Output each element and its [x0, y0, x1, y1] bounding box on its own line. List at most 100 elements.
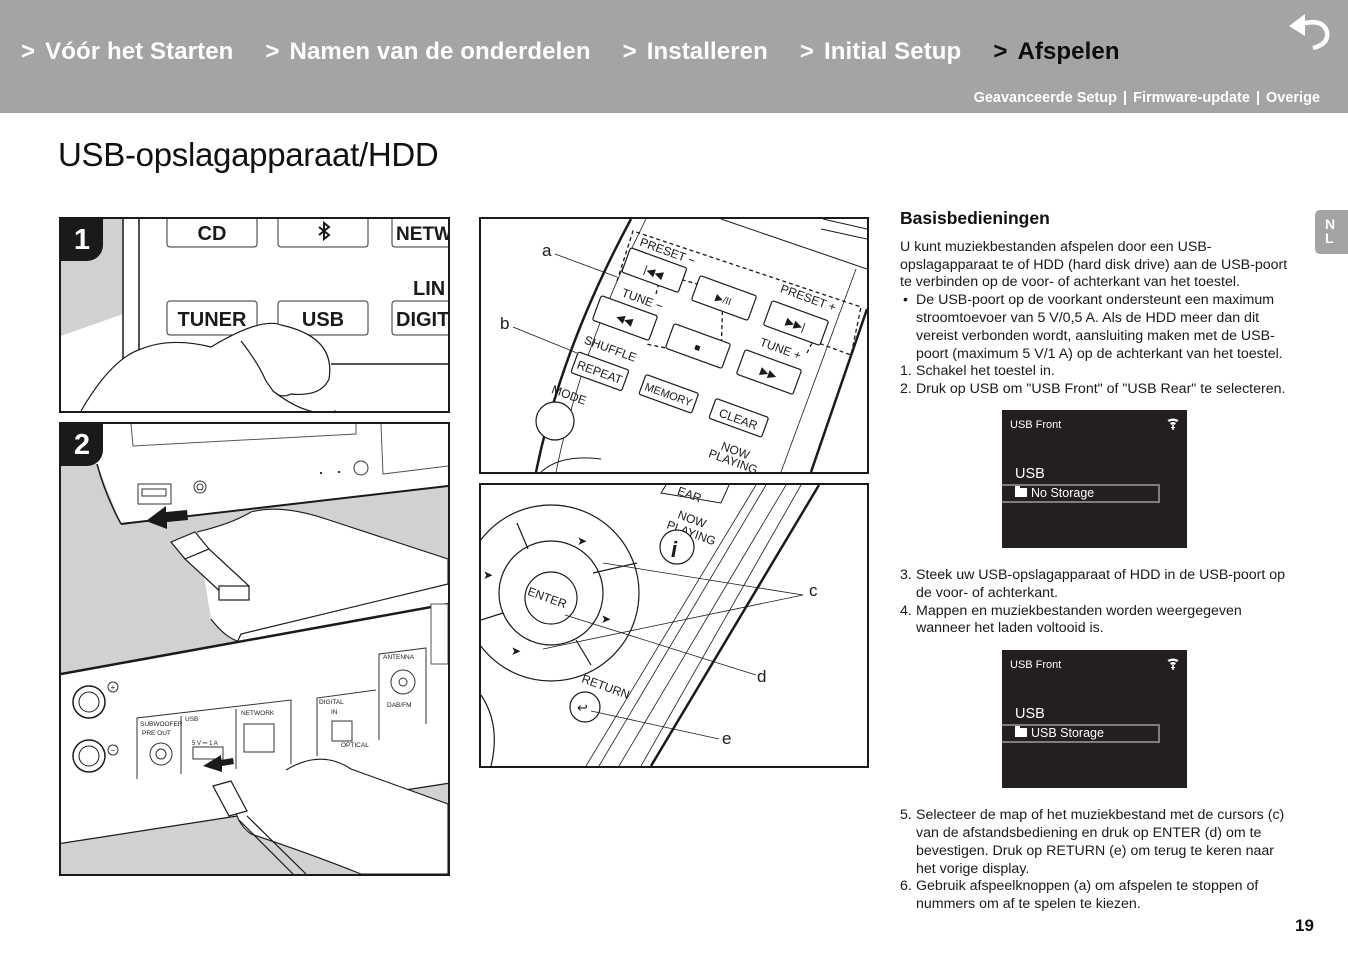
- nav-installeren[interactable]: > Installeren: [623, 38, 768, 66]
- step-item: 2. Druk op USB om "USB Front" of "USB Rea…: [900, 381, 1295, 399]
- callout-a: a: [542, 241, 552, 260]
- usb-label: USB: [302, 309, 344, 331]
- nav-namen-van-de-onderdelen[interactable]: > Namen van de onderdelen: [265, 38, 590, 66]
- figure-remote-cursor-buttons: EAR ENTER ➤ ➤ ➤ ➤ NOW PLAYING i RETURN ↩…: [479, 483, 869, 768]
- nav-label: Initial Setup: [824, 38, 962, 65]
- nav-afspelen[interactable]: > Afspelen: [993, 38, 1119, 66]
- cursor-down-icon: ➤: [511, 644, 521, 658]
- subnav-overige[interactable]: Overige: [1266, 90, 1320, 106]
- display-selected-item: No Storage: [1002, 483, 1160, 503]
- callout-c: c: [809, 581, 818, 600]
- step-item: 3. Steek uw USB-opslagapparaat of HDD in …: [900, 567, 1295, 603]
- language-badge: N L: [1315, 210, 1348, 254]
- step-number: 4.: [900, 602, 912, 619]
- cursor-left-icon: ➤: [483, 568, 493, 582]
- nav-initial-setup[interactable]: > Initial Setup: [800, 38, 961, 66]
- usb-connection-illustration: + − SUBWOOFER PRE OUT USB 5 V ⎓ 1 A NETW…: [61, 424, 448, 874]
- mode-button: [535, 401, 575, 441]
- cursor-right-icon: ➤: [601, 612, 611, 626]
- display-source: USB Front: [1010, 418, 1062, 431]
- optical-port: [331, 720, 353, 742]
- display-title: USB: [1015, 706, 1045, 723]
- step-item: 6. Gebruik afspeelknoppen (a) om afspelen…: [900, 878, 1295, 914]
- cd-label: CD: [198, 223, 227, 245]
- chevron-right-icon: >: [265, 38, 280, 65]
- subwoofer-label: SUBWOOFER: [140, 721, 183, 728]
- device-display-usb-storage: USB Front USB USB Storage: [1002, 650, 1187, 789]
- figure-step-2-connect-usb: + − SUBWOOFER PRE OUT USB 5 V ⎓ 1 A NETW…: [59, 422, 450, 876]
- display-item-label: No Storage: [1031, 485, 1095, 500]
- step-number-badge: 1: [61, 219, 103, 261]
- digital-label: DIGIT: [396, 309, 448, 331]
- chevron-right-icon: >: [622, 38, 637, 65]
- device-display-no-storage: USB Front USB No Storage: [1002, 409, 1187, 548]
- minus-label: −: [111, 746, 116, 755]
- display-source: USB Front: [1010, 659, 1062, 672]
- step-number: 5.: [900, 807, 912, 824]
- step-text: Druk op USB om "USB Front" of "USB Rear"…: [916, 381, 1286, 398]
- callout-b: b: [500, 314, 509, 333]
- cursor-up-icon: ➤: [577, 534, 587, 548]
- return-arrow-icon: [1289, 14, 1330, 51]
- subnav-geavanceerde-setup[interactable]: Geavanceerde Setup: [974, 90, 1117, 106]
- nav-label: Vóór het Starten: [45, 38, 234, 65]
- subnav-firmware-update[interactable]: Firmware-update: [1133, 90, 1250, 106]
- antenna-label: ANTENNA: [383, 654, 415, 661]
- optical-label: OPTICAL: [341, 742, 369, 749]
- folder-icon: [1015, 726, 1027, 738]
- step-number: 2.: [900, 381, 912, 398]
- step-number: 3.: [900, 566, 912, 583]
- dab-fm-label: DAB/FM: [387, 702, 412, 709]
- instructions-column: Basisbedieningen U kunt muziekbestanden …: [900, 209, 1295, 914]
- language-letter: N: [1325, 216, 1336, 232]
- nav-label: Installeren: [646, 38, 768, 65]
- page-number: 19: [1295, 916, 1314, 935]
- usb-label: USB: [185, 716, 198, 723]
- language-letter: L: [1325, 230, 1334, 246]
- page-title: USB-opslagapparaat/HDD: [58, 136, 439, 173]
- chevron-right-icon: >: [799, 38, 814, 65]
- step-number-badge: 2: [61, 424, 103, 466]
- ethernet-port: [243, 723, 275, 753]
- return-button[interactable]: [1283, 12, 1333, 52]
- plus-label: +: [111, 683, 116, 692]
- network-label: NETWORK: [241, 710, 275, 717]
- step-number: 6.: [900, 878, 912, 895]
- chevron-right-icon: >: [21, 38, 36, 65]
- pre-out-label: PRE OUT: [142, 730, 171, 737]
- wifi-icon: [1167, 418, 1179, 430]
- remote-cursor-illustration: EAR ENTER ➤ ➤ ➤ ➤ NOW PLAYING i RETURN ↩…: [481, 485, 821, 766]
- chapter-nav: > Vóór het Starten > Namen van de onderdel…: [21, 38, 1152, 66]
- step-item: 4. Mappen en muziekbestanden worden weerg…: [900, 603, 1295, 639]
- chevron-right-icon: >: [993, 38, 1008, 65]
- line-label: LIN: [413, 278, 445, 300]
- figure-step-1-front-panel: CD NETWO LIN TUNER USB DIGIT 1: [59, 217, 450, 413]
- step-item: 1. Schakel het toestel in.: [900, 363, 1295, 381]
- separator: |: [1255, 90, 1260, 106]
- display-item-label: USB Storage: [1031, 726, 1104, 741]
- callout-d: d: [757, 667, 766, 686]
- display-selected-item: USB Storage: [1002, 724, 1160, 744]
- nav-voor-het-starten[interactable]: > Vóór het Starten: [21, 38, 233, 66]
- network-label: NETWO: [396, 224, 448, 245]
- return-icon: ↩: [577, 700, 588, 715]
- nav-label: Afspelen: [1017, 38, 1120, 65]
- figure-remote-playback-buttons: |◀◀ ▶/II ▶▶| ◀◀ ■ ▶▶ REPEAT MEMORY CLEAR…: [479, 217, 869, 474]
- step-text: Schakel het toestel in.: [916, 363, 1055, 380]
- callout-e: e: [722, 729, 731, 748]
- display-title: USB: [1015, 465, 1045, 482]
- sub-navigation: Geavanceerde Setup | Firmware-update | Overi…: [974, 90, 1320, 106]
- remote-playback-illustration: |◀◀ ▶/II ▶▶| ◀◀ ■ ▶▶ REPEAT MEMORY CLEAR…: [500, 219, 867, 472]
- nav-label: Namen van de onderdelen: [289, 38, 591, 65]
- step-text: Mappen en muziekbestanden worden weergeg…: [916, 602, 1242, 637]
- step-text: Gebruik afspeelknoppen (a) om afspelen t…: [916, 878, 1259, 913]
- info-icon: i: [671, 537, 678, 562]
- finger-illustration: [80, 322, 336, 411]
- wifi-icon: [1167, 658, 1179, 671]
- folder-icon: [1015, 485, 1027, 497]
- step-text: Steek uw USB-opslagapparaat of HDD in de…: [916, 566, 1286, 601]
- front-panel-illustration: CD NETWO LIN TUNER USB DIGIT: [61, 219, 448, 411]
- step-item: 5. Selecteer de map of het muziekbestand …: [900, 807, 1295, 878]
- usb-rating-label: 5 V ⎓ 1 A: [192, 741, 218, 747]
- note-bullet: De USB-poort op de voorkant ondersteunt …: [900, 292, 1295, 363]
